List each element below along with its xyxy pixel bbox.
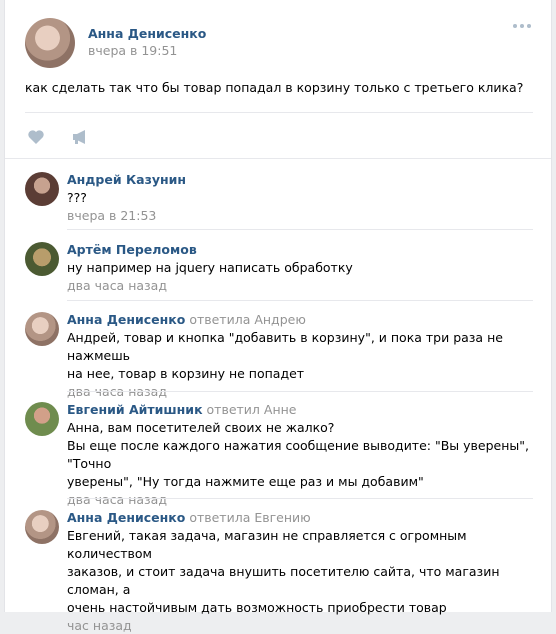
more-dots-icon[interactable] — [513, 24, 531, 28]
comment-text-line: очень настойчивым дать возможность приоб… — [67, 600, 447, 615]
comment-text: Анна, вам посетителей своих не жалко? Вы … — [67, 419, 533, 491]
comment-divider — [67, 300, 533, 301]
comment-body: Евгений Айтишник ответил Анне Анна, вам п… — [67, 402, 533, 508]
comment-time[interactable]: вчера в 21:53 — [67, 208, 533, 224]
post-card: Анна Денисенко вчера в 19:51 как сделать… — [4, 0, 552, 633]
comment-header: Анна Денисенко ответила Андрею — [67, 312, 533, 328]
heart-icon[interactable] — [27, 129, 45, 148]
comment-author[interactable]: Андрей Казунин — [67, 172, 186, 187]
avatar[interactable] — [25, 510, 59, 544]
post-author[interactable]: Анна Денисенко — [88, 26, 206, 41]
comment-text: Евгений, такая задача, магазин не справл… — [67, 527, 533, 617]
comment-time[interactable]: час назад — [67, 618, 533, 634]
comment-text: ну например на jquery написать обработку — [67, 259, 533, 277]
comment-author[interactable]: Анна Денисенко — [67, 312, 185, 327]
comment-divider — [67, 498, 533, 499]
comment-text: Андрей, товар и кнопка "добавить в корзи… — [67, 329, 533, 383]
comment-text-line: Евгений, такая задача, магазин не справл… — [67, 528, 467, 561]
comment-time[interactable]: два часа назад — [67, 384, 533, 400]
comment-body: Анна Денисенко ответила Андрею Андрей, то… — [67, 312, 533, 400]
comment-header: Анна Денисенко ответила Евгению — [67, 510, 533, 526]
comment-text: ??? — [67, 189, 533, 207]
post-actions — [25, 112, 533, 159]
comment-reply-to[interactable]: ответила Андрею — [185, 312, 306, 327]
avatar[interactable] — [25, 18, 75, 68]
comment-text-line: ну например на jquery написать обработку — [67, 260, 353, 275]
megaphone-icon[interactable] — [71, 129, 89, 148]
comment-body: Андрей Казунин??? вчера в 21:53 — [67, 172, 533, 224]
comment-author[interactable]: Анна Денисенко — [67, 510, 185, 525]
avatar[interactable] — [25, 172, 59, 206]
comment-text-line: Вы еще после каждого нажатия сообщение в… — [67, 438, 529, 471]
comment-text-line: на нее, товар в корзину не попадет — [67, 366, 305, 381]
divider — [5, 158, 551, 159]
comment-text-line: заказов, и стоит задача внушить посетите… — [67, 564, 500, 597]
post-time[interactable]: вчера в 19:51 — [88, 43, 177, 58]
comment-body: Артём Переломов ну например на jquery нап… — [67, 242, 533, 294]
comment-time[interactable]: два часа назад — [67, 278, 533, 294]
comment-text-line: Анна, вам посетителей своих не жалко? — [67, 420, 335, 435]
comment-text-line: Андрей, товар и кнопка "добавить в корзи… — [67, 330, 503, 363]
comment-divider — [67, 391, 533, 392]
avatar[interactable] — [25, 312, 59, 346]
comment-body: Анна Денисенко ответила Евгению Евгений, … — [67, 510, 533, 634]
comment-text-line: уверены", "Ну тогда нажмите еще раз и мы… — [67, 474, 424, 489]
comment-author[interactable]: Евгений Айтишник — [67, 402, 203, 417]
comment-header: Андрей Казунин — [67, 172, 533, 188]
comment-author[interactable]: Артём Переломов — [67, 242, 197, 257]
comment-header: Евгений Айтишник ответил Анне — [67, 402, 533, 418]
avatar[interactable] — [25, 402, 59, 436]
comment-time[interactable]: два часа назад — [67, 492, 533, 508]
comment-divider — [67, 229, 533, 230]
comment-reply-to[interactable]: ответила Евгению — [185, 510, 310, 525]
comment-reply-to[interactable]: ответил Анне — [203, 402, 297, 417]
post-text: как сделать так что бы товар попадал в к… — [25, 80, 524, 95]
comment-header: Артём Переломов — [67, 242, 533, 258]
comment-text-line: ??? — [67, 190, 87, 205]
avatar[interactable] — [25, 242, 59, 276]
